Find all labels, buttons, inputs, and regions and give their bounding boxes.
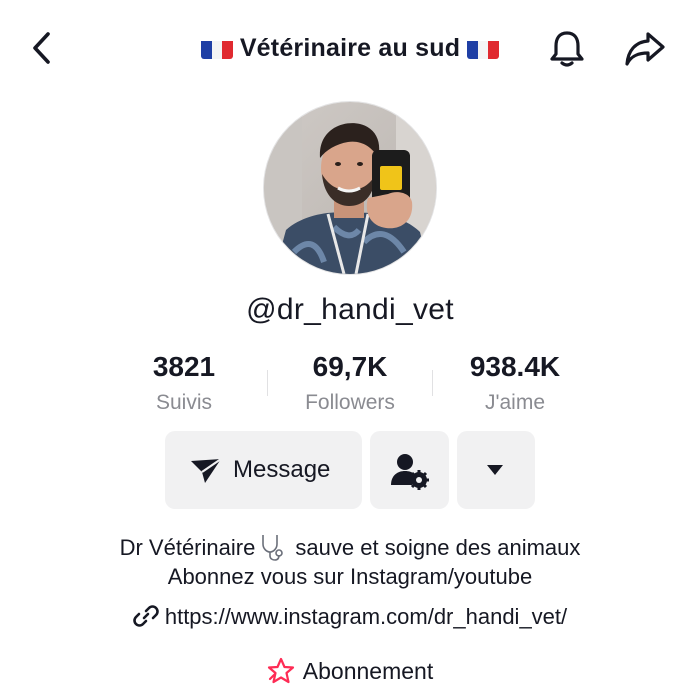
subscription-button[interactable]: Abonnement [0,655,700,687]
subscription-label: Abonnement [302,658,434,684]
bell-icon [550,31,584,67]
profile-photo [264,102,436,274]
stat-likes[interactable]: 938.4K J'aime [415,348,615,420]
bio-line-2: Abonnez vous sur Instagram/youtube [167,564,533,589]
stethoscope-icon [262,535,284,561]
france-flag-icon [467,37,500,59]
more-options-button[interactable] [457,431,535,509]
send-plane-icon [191,458,222,483]
page-title-text: Vétérinaire au sud [239,34,461,62]
user-settings-button[interactable] [370,431,449,509]
user-settings-icon [391,454,429,490]
top-navigation-bar: Vétérinaire au sud [0,0,700,96]
message-button[interactable]: Message [165,431,362,509]
back-button[interactable] [26,28,62,68]
notification-bell-button[interactable] [546,26,588,70]
stat-value: 938.4K [469,351,561,382]
profile-avatar[interactable] [264,102,436,274]
username: @dr_handi_vet [246,293,454,326]
share-arrow-icon [625,32,665,66]
profile-link-url: https://www.instagram.com/dr_handi_vet/ [164,604,568,629]
caret-down-icon [487,465,503,475]
chevron-left-icon [33,32,50,64]
bio-text: sauve et soigne des animaux [289,535,581,560]
share-button[interactable] [622,26,668,70]
bio-text: Dr Vétérinaire [119,535,256,560]
france-flag-icon [200,37,233,59]
message-button-label: Message [233,456,331,483]
page-title: Vétérinaire au sud [170,30,530,66]
star-badge-icon [267,657,294,684]
profile-link[interactable]: https://www.instagram.com/dr_handi_vet/ [0,600,700,634]
bio-line-1: Dr Vétérinaire sauve et soigne des anima… [0,532,700,563]
stat-label: J'aime [484,391,546,414]
link-icon [133,605,159,627]
